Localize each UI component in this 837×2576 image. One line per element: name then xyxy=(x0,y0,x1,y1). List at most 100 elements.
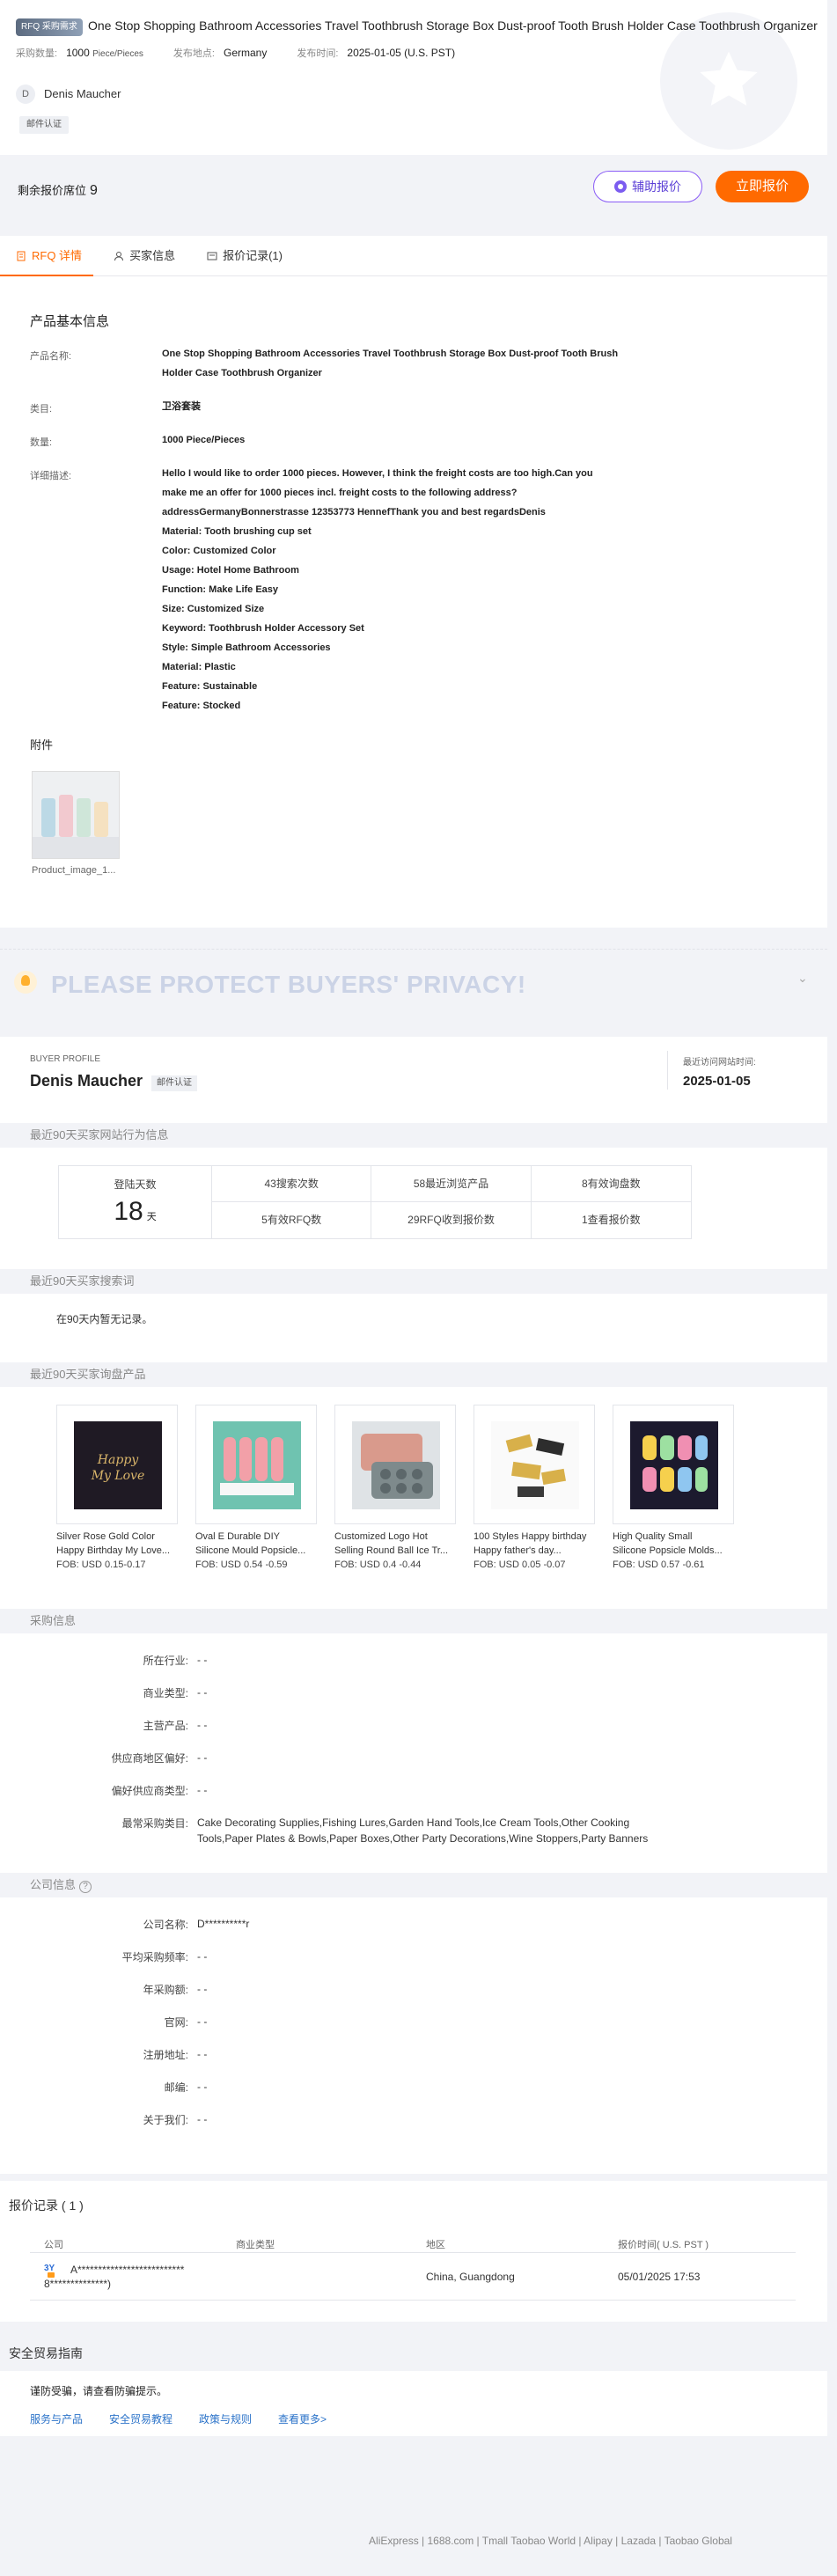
attachment-filename[interactable]: Product_image_1... xyxy=(32,865,115,876)
ice-tray-image xyxy=(352,1421,440,1509)
date-value: 2025-01-05 (U.S. PST) xyxy=(347,47,456,59)
privacy-banner: PLEASE PROTECT BUYERS' PRIVACY! ⌄ xyxy=(0,949,827,1019)
main-products-label: 主营产品: xyxy=(143,1720,188,1732)
tab-buyer-info[interactable]: 买家信息 xyxy=(98,236,191,275)
help-icon[interactable]: ? xyxy=(79,1881,92,1893)
col-quote-time: 报价时间( U.S. PST ) xyxy=(618,2240,709,2250)
rfq-meta: 采购数量: 1000 Piece/Pieces 发布地点: Germany 发布… xyxy=(16,46,455,60)
category-value: 卫浴套装 xyxy=(162,401,201,412)
product-card[interactable]: Oval E Durable DIY Silicone Mould Popsicl… xyxy=(195,1405,317,1570)
purchase-frequency-label: 平均采购频率: xyxy=(121,1951,188,1963)
company-name-value: D**********r xyxy=(197,1918,250,1930)
frequent-categories-value: Cake Decorating Supplies,Fishing Lures,G… xyxy=(197,1816,649,1845)
privacy-text: PLEASE PROTECT BUYERS' PRIVACY! xyxy=(51,971,526,998)
stat-rfq-quotes: 29RFQ收到报价数 xyxy=(371,1202,532,1238)
chevron-down-icon[interactable]: ⌄ xyxy=(797,971,808,986)
safe-trading-guide: 安全贸易指南 谨防受骗，请查看防骗提示。 服务与产品 安全贸易教程 政策与规则 … xyxy=(0,2336,827,2436)
description-label: 详细描述: xyxy=(30,471,72,481)
zip-value: - - xyxy=(197,2081,208,2093)
link-tutorial[interactable]: 安全贸易教程 xyxy=(109,2411,173,2426)
company-info-title: 公司信息? xyxy=(0,1873,827,1897)
fraud-tip: 谨防受骗，请查看防骗提示。 xyxy=(30,2385,168,2397)
buyer-profile: BUYER PROFILE Denis Maucher 邮件认证 最近访问网站时… xyxy=(0,1037,827,2174)
region-pref-label: 供应商地区偏好: xyxy=(111,1752,188,1765)
svg-text:Happy: Happy xyxy=(97,1453,139,1467)
tab-rfq-details[interactable]: RFQ 详情 xyxy=(0,236,98,275)
link-services[interactable]: 服务与产品 xyxy=(30,2411,83,2426)
safe-trading-title: 安全贸易指南 xyxy=(0,2336,827,2371)
buyer-profile-name: Denis Maucher xyxy=(30,1072,143,1090)
address-value: - - xyxy=(197,2048,208,2060)
tab-bar: RFQ 详情 买家信息 报价记录(1) xyxy=(0,236,827,276)
document-icon xyxy=(17,251,26,261)
quote-records-title: 报价记录 ( 1 ) xyxy=(9,2198,84,2213)
col-region: 地区 xyxy=(426,2240,445,2250)
quantity-value: 1000 Piece/Pieces xyxy=(162,435,246,445)
product-card[interactable]: 100 Styles Happy birthday Happy father's … xyxy=(474,1405,595,1570)
company-name-label: 公司名称: xyxy=(143,1919,188,1931)
quote-records: 报价记录 ( 1 ) 公司 商业类型 地区 报价时间( U.S. PST ) 3… xyxy=(0,2181,827,2322)
popsicle-mould-image xyxy=(213,1421,301,1509)
quote-time: 05/01/2025 17:53 xyxy=(618,2271,701,2283)
procurement-title: 采购信息 xyxy=(0,1609,827,1633)
website-label: 官网: xyxy=(164,2016,188,2029)
no-record-text: 在90天内暂无记录。 xyxy=(56,1313,153,1325)
supplier-logo-icon: 3Y xyxy=(44,2264,63,2278)
product-name-value: One Stop Shopping Bathroom Accessories T… xyxy=(162,349,619,378)
svg-text:My Love: My Love xyxy=(91,1469,145,1483)
cake-topper-image: Happy My Love xyxy=(74,1421,162,1509)
date-label: 发布时间: xyxy=(297,48,339,59)
email-verified-tag: 邮件认证 xyxy=(19,116,69,134)
address-label: 注册地址: xyxy=(143,2049,188,2061)
buyer-name[interactable]: Denis Maucher xyxy=(44,87,121,100)
product-name-label: 产品名称: xyxy=(30,351,72,362)
website-value: - - xyxy=(197,2015,208,2028)
attachment-title: 附件 xyxy=(30,738,54,752)
purchase-frequency-value: - - xyxy=(197,1950,208,1963)
active-tab-indicator xyxy=(0,275,93,276)
qty-value: 1000 Piece/Pieces xyxy=(66,47,143,59)
stat-searches: 43搜索次数 xyxy=(212,1166,372,1202)
link-more[interactable]: 查看更多> xyxy=(278,2411,327,2426)
tab-quote-records[interactable]: 报价记录(1) xyxy=(191,236,298,275)
login-days: 登陆天数 18 天 xyxy=(59,1166,212,1238)
last-visit-label: 最近访问网站时间: xyxy=(683,1058,756,1068)
birthday-topper-image xyxy=(491,1421,579,1509)
col-company: 公司 xyxy=(44,2240,63,2250)
quote-table-header: 公司 商业类型 地区 报价时间( U.S. PST ) xyxy=(30,2232,796,2253)
qty-label: 采购数量: xyxy=(16,48,58,59)
product-card[interactable]: Customized Logo Hot Selling Round Ball Ic… xyxy=(334,1405,456,1570)
industry-value: - - xyxy=(197,1654,208,1666)
industry-label: 所在行业: xyxy=(143,1655,188,1667)
link-policy[interactable]: 政策与规则 xyxy=(199,2411,252,2426)
stat-inquiries: 8有效询盘数 xyxy=(531,1166,691,1202)
toothbrush-cups-image xyxy=(33,772,119,858)
category-label: 类目: xyxy=(30,404,53,415)
business-type-label: 商业类型: xyxy=(143,1687,188,1699)
quantity-label: 数量: xyxy=(30,437,53,448)
about-value: - - xyxy=(197,2113,208,2125)
product-card[interactable]: High Quality Small Silicone Popsicle Mold… xyxy=(613,1405,734,1570)
origin-value: Germany xyxy=(223,47,268,59)
zip-label: 邮编: xyxy=(164,2081,188,2094)
footer-links[interactable]: AliExpress | 1688.com | Tmall Taobao Wor… xyxy=(0,2535,837,2547)
stat-rfqs: 5有效RFQ数 xyxy=(212,1202,372,1238)
buyer-profile-label: BUYER PROFILE xyxy=(30,1054,101,1064)
stat-quote-views: 1查看报价数 xyxy=(581,1214,641,1226)
quote-now-button[interactable]: 立即报价 xyxy=(716,171,809,202)
origin-label: 发布地点: xyxy=(173,48,215,59)
attachment-thumbnail[interactable] xyxy=(32,771,120,859)
table-row[interactable]: 3Y A************************** 8********… xyxy=(30,2255,796,2301)
quote-bar: 剩余报价席位 9 辅助报价 立即报价 xyxy=(0,155,827,218)
popsicle-molds-image xyxy=(630,1421,718,1509)
section-title: 产品基本信息 xyxy=(30,314,110,329)
business-type-value: - - xyxy=(197,1686,208,1699)
product-card[interactable]: Happy My Love Silver Rose Gold Color Happy… xyxy=(56,1405,178,1570)
user-icon xyxy=(114,251,124,261)
col-business-type: 商业类型 xyxy=(236,2240,275,2250)
supplier-type-value: - - xyxy=(197,1784,208,1796)
assist-icon xyxy=(614,180,627,193)
rfq-badge: RFQ 采购需求 xyxy=(16,18,83,36)
assist-quote-button[interactable]: 辅助报价 xyxy=(593,171,702,202)
safe-links: 服务与产品 安全贸易教程 政策与规则 查看更多> xyxy=(30,2411,327,2426)
